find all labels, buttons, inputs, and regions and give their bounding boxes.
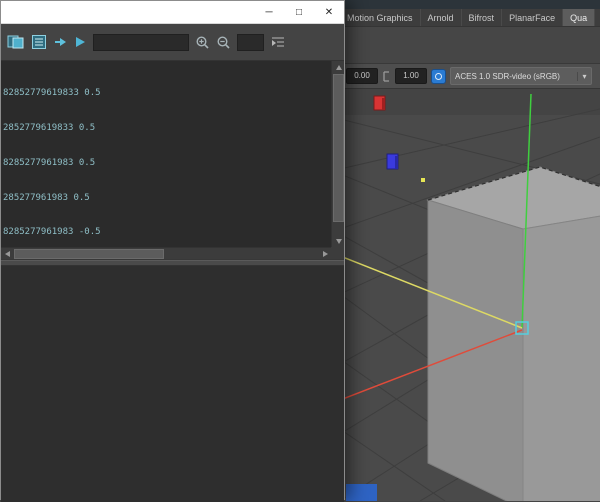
output-line: 8285277961983 -0.5 xyxy=(3,227,101,238)
execute-all-icon[interactable] xyxy=(73,35,87,49)
colorspace-value: ACES 1.0 SDR-video (sRGB) xyxy=(455,71,560,81)
vertical-scrollbar[interactable] xyxy=(331,61,344,247)
output-text: 82852779619833 0.5 2852779619833 0.5 828… xyxy=(3,65,330,246)
script-editor-window: ─ □ ✕ 82852779619833 0.5 2852779619833 0… xyxy=(0,0,345,502)
output-line: 2852779619833 0.5 xyxy=(3,122,96,133)
output-line: 82852779619833 0.5 xyxy=(3,88,101,99)
timeline-field[interactable] xyxy=(346,484,377,501)
script-input-pane[interactable] xyxy=(1,266,344,502)
shelf-tabs: Motion Graphics Arnold Bifrost PlanarFac… xyxy=(340,9,600,27)
scroll-right-button[interactable] xyxy=(319,248,331,260)
horizontal-scrollbar[interactable] xyxy=(1,247,331,259)
history-output-pane[interactable]: 82852779619833 0.5 2852779619833 0.5 828… xyxy=(1,61,344,260)
yellow-vertex-dot[interactable] xyxy=(421,178,425,182)
maya-top-strip xyxy=(340,0,600,9)
show-list-icon[interactable] xyxy=(31,34,47,50)
history-panes-icon[interactable] xyxy=(7,34,25,50)
viewport-canvas xyxy=(340,89,600,501)
shelf-tab-qua[interactable]: Qua xyxy=(563,9,596,26)
gamma-icon xyxy=(382,70,391,82)
shelf-tab-bifrost[interactable]: Bifrost xyxy=(462,9,503,26)
indent-icon[interactable] xyxy=(270,35,286,49)
zoom-out-icon[interactable] xyxy=(216,35,231,50)
execute-line-icon[interactable] xyxy=(53,35,67,49)
triangle-left-icon xyxy=(4,251,10,257)
scroll-up-button[interactable] xyxy=(332,61,345,73)
scrollbar-corner xyxy=(331,247,344,259)
viewport-toolbar: 0.00 1.00 ACES 1.0 SDR-video (sRGB) ▾ xyxy=(340,64,600,89)
script-editor-toolbar xyxy=(1,24,344,61)
screen: Motion Graphics Arnold Bifrost PlanarFac… xyxy=(0,0,600,502)
triangle-right-icon xyxy=(322,251,328,257)
window-title xyxy=(1,1,254,23)
small-red-cube[interactable] xyxy=(373,95,386,111)
line-number-field[interactable] xyxy=(237,33,264,51)
color-management-icon[interactable] xyxy=(431,68,446,84)
colorspace-dropdown[interactable]: ACES 1.0 SDR-video (sRGB) ▾ xyxy=(450,67,592,85)
chevron-down-icon: ▾ xyxy=(577,71,591,81)
minimize-button[interactable]: ─ xyxy=(254,1,284,23)
shelf-tab-arnold[interactable]: Arnold xyxy=(421,9,462,26)
shelf-tab-motion-graphics[interactable]: Motion Graphics xyxy=(340,9,421,26)
exposure-field[interactable]: 0.00 xyxy=(346,68,378,84)
triangle-down-icon xyxy=(335,238,342,244)
gamma-field[interactable]: 1.00 xyxy=(395,68,427,84)
scroll-left-button[interactable] xyxy=(1,248,13,260)
shelf-tab-planarface[interactable]: PlanarFace xyxy=(502,9,564,26)
search-input[interactable] xyxy=(93,33,189,51)
zoom-in-icon[interactable] xyxy=(195,35,210,50)
output-line: 8285277961983 0.5 xyxy=(3,157,96,168)
titlebar[interactable]: ─ □ ✕ xyxy=(1,1,344,24)
maximize-button[interactable]: □ xyxy=(284,1,314,23)
shelf-area xyxy=(340,27,600,64)
horizontal-scrollbar-thumb[interactable] xyxy=(14,249,164,259)
maya-window: Motion Graphics Arnold Bifrost PlanarFac… xyxy=(340,0,600,501)
vertical-scrollbar-thumb[interactable] xyxy=(333,74,344,222)
close-button[interactable]: ✕ xyxy=(314,1,344,23)
small-blue-cube[interactable] xyxy=(386,153,399,170)
output-line: 285277961983 0.5 xyxy=(3,192,90,203)
scroll-down-button[interactable] xyxy=(332,235,345,247)
triangle-up-icon xyxy=(335,64,342,70)
cube-mesh[interactable] xyxy=(426,166,600,501)
viewport[interactable] xyxy=(340,89,600,501)
